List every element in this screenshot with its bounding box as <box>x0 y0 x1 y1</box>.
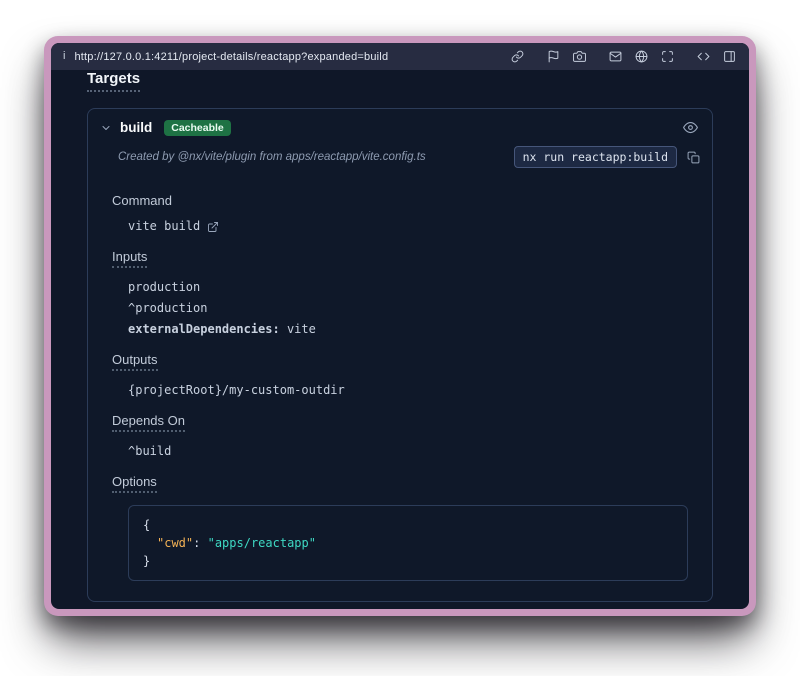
cacheable-badge: Cacheable <box>164 120 231 136</box>
code-line-cwd: "cwd": "apps/reactapp" <box>143 534 673 552</box>
depends-on-item: ^build <box>128 442 688 460</box>
build-target-title: build <box>120 120 152 135</box>
copy-icon <box>687 151 700 164</box>
camera-button[interactable] <box>572 49 587 64</box>
command-value: vite build <box>128 218 200 235</box>
sidebar-icon <box>723 50 736 63</box>
input-item: production <box>128 278 688 296</box>
flag-icon <box>547 50 560 63</box>
build-collapse-toggle[interactable] <box>100 122 112 134</box>
run-command-chip: nx run reactapp:build <box>514 146 677 168</box>
link-icon <box>511 50 524 63</box>
code-line-open: { <box>143 516 673 534</box>
external-link-icon <box>207 221 219 233</box>
created-by-text: Created by @nx/vite/plugin from apps/rea… <box>118 151 426 163</box>
mail-icon <box>609 50 622 63</box>
screenshot-stage: i http://127.0.0.1:4211/project-details/… <box>0 0 800 676</box>
project-details-content: Targets build Cacheable <box>51 70 749 609</box>
info-indicator: i <box>63 51 65 62</box>
eye-icon <box>683 120 698 135</box>
depends-on-section: Depends On ^build <box>112 402 688 460</box>
depends-on-label: Depends On <box>112 413 185 432</box>
copy-command-button[interactable] <box>687 151 700 164</box>
input-item: ^production <box>128 299 688 317</box>
flag-button[interactable] <box>546 49 561 64</box>
link-button[interactable] <box>510 49 525 64</box>
globe-button[interactable] <box>634 49 649 64</box>
code-icon <box>697 50 710 63</box>
command-label: Command <box>112 193 172 208</box>
code-key: "cwd" <box>157 536 193 550</box>
command-section: Command vite build <box>112 182 688 235</box>
options-section: Options { "cwd": "apps/reactapp" } <box>112 463 688 581</box>
build-card-body: Command vite build <box>88 178 712 601</box>
browser-window: i http://127.0.0.1:4211/project-details/… <box>44 36 756 616</box>
code-separator: : <box>193 536 200 550</box>
code-button[interactable] <box>696 49 711 64</box>
outputs-label: Outputs <box>112 352 158 371</box>
input-item-external-deps: externalDependencies: vite <box>128 320 688 338</box>
address-bar-url[interactable]: http://127.0.0.1:4211/project-details/re… <box>74 51 388 63</box>
options-label: Options <box>112 474 157 493</box>
maximize-icon <box>661 50 674 63</box>
browser-window-inner: i http://127.0.0.1:4211/project-details/… <box>51 43 749 609</box>
chevron-down-icon <box>100 122 112 134</box>
mail-button[interactable] <box>608 49 623 64</box>
code-value: "apps/reactapp" <box>208 536 316 550</box>
output-item: {projectRoot}/my-custom-outdir <box>128 381 688 399</box>
sidebar-button[interactable] <box>722 49 737 64</box>
build-visibility-button[interactable] <box>681 118 700 137</box>
titlebar-toolbar <box>510 49 737 64</box>
options-code-block: { "cwd": "apps/reactapp" } <box>128 505 688 581</box>
inputs-label: Inputs <box>112 249 147 268</box>
external-deps-key: externalDependencies: <box>128 322 280 336</box>
browser-titlebar: i http://127.0.0.1:4211/project-details/… <box>51 43 749 70</box>
maximize-button[interactable] <box>660 49 675 64</box>
code-line-close: } <box>143 552 673 570</box>
build-card-header: build Cacheable <box>88 109 712 144</box>
inputs-section: Inputs production ^production externalDe… <box>112 238 688 338</box>
external-deps-value: vite <box>287 322 316 336</box>
build-card-subheader: Created by @nx/vite/plugin from apps/rea… <box>88 144 712 178</box>
targets-heading: Targets <box>87 70 140 92</box>
camera-icon <box>573 50 586 63</box>
globe-icon <box>635 50 648 63</box>
outputs-section: Outputs {projectRoot}/my-custom-outdir <box>112 341 688 399</box>
open-command-button[interactable] <box>207 221 219 233</box>
target-card-build: build Cacheable Created by @nx/vite/plug… <box>87 108 713 602</box>
